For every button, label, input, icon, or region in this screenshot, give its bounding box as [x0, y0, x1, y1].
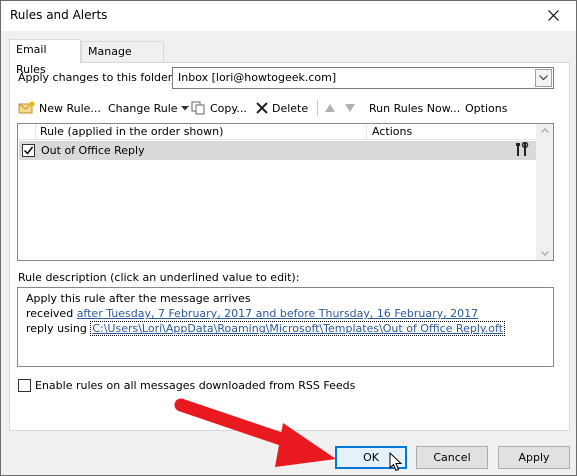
window-title: Rules and Alerts: [10, 8, 108, 22]
rules-list-header: Rule (applied in the order shown) Action…: [18, 124, 537, 140]
delete-button[interactable]: Delete: [255, 99, 308, 117]
tools-icon: [515, 141, 529, 160]
rules-and-alerts-dialog: Rules and Alerts Email Rules Manage Aler…: [0, 0, 577, 476]
description-line-1: Apply this rule after the message arrive…: [26, 292, 251, 305]
title-bar[interactable]: Rules and Alerts: [1, 1, 576, 31]
template-path-link[interactable]: C:\Users\Lori\AppData\Roaming\Microsoft\…: [90, 321, 506, 336]
rule-name: Out of Office Reply: [41, 144, 145, 157]
delete-icon: [256, 102, 268, 114]
rss-rules-checkbox[interactable]: [18, 379, 31, 392]
new-rule-icon: [18, 101, 35, 114]
rule-column-header[interactable]: Rule (applied in the order shown): [40, 125, 223, 138]
mouse-cursor-icon: [389, 452, 403, 472]
column-divider: [366, 124, 367, 140]
copy-icon: [191, 101, 205, 115]
description-line-2: received after Tuesday, 7 February, 2017…: [26, 307, 479, 320]
chevron-down-icon[interactable]: [535, 69, 552, 87]
rules-list-scrollbar[interactable]: [536, 124, 553, 260]
checkbox-column-header: [18, 124, 36, 140]
date-range-link[interactable]: after Tuesday, 7 February, 2017 and befo…: [77, 307, 478, 320]
rule-enabled-checkbox[interactable]: [22, 144, 35, 157]
rss-rules-option[interactable]: Enable rules on all messages downloaded …: [18, 379, 355, 392]
move-up-button[interactable]: [325, 99, 338, 117]
scroll-up-icon: [541, 128, 549, 133]
arrow-down-icon: [345, 104, 355, 112]
close-button[interactable]: [530, 1, 576, 30]
actions-column-header[interactable]: Actions: [372, 125, 412, 138]
scroll-down-icon: [541, 251, 549, 256]
rule-description-label: Rule description (click an underlined va…: [18, 271, 300, 284]
apply-button[interactable]: Apply: [498, 446, 570, 469]
options-button[interactable]: Options: [465, 99, 507, 117]
run-rules-now-button[interactable]: Run Rules Now...: [369, 99, 460, 117]
rule-row[interactable]: Out of Office Reply: [19, 141, 536, 160]
description-line-3: reply using C:\Users\Lori\AppData\Roamin…: [26, 321, 506, 336]
cancel-button[interactable]: Cancel: [416, 446, 488, 469]
move-down-button[interactable]: [345, 99, 358, 117]
arrow-up-icon: [325, 104, 335, 112]
copy-button[interactable]: Copy...: [191, 99, 247, 117]
close-icon: [547, 10, 559, 21]
change-rule-button[interactable]: Change Rule: [108, 99, 192, 117]
new-rule-button[interactable]: New Rule...: [18, 99, 101, 117]
tab-email-rules[interactable]: Email Rules: [9, 39, 81, 76]
rss-rules-label: Enable rules on all messages downloaded …: [35, 379, 356, 392]
folder-value: Inbox [lori@howtogeek.com]: [178, 71, 337, 84]
tab-manage-alerts[interactable]: Manage Alerts: [81, 41, 164, 78]
checkmark-icon: [23, 146, 34, 155]
folder-select[interactable]: Inbox [lori@howtogeek.com]: [172, 67, 554, 89]
dropdown-arrow-icon: [180, 105, 189, 110]
toolbar-separator: [317, 100, 318, 116]
rules-list[interactable]: Rule (applied in the order shown) Action…: [17, 123, 554, 261]
rule-description-box: Apply this rule after the message arrive…: [17, 287, 554, 367]
